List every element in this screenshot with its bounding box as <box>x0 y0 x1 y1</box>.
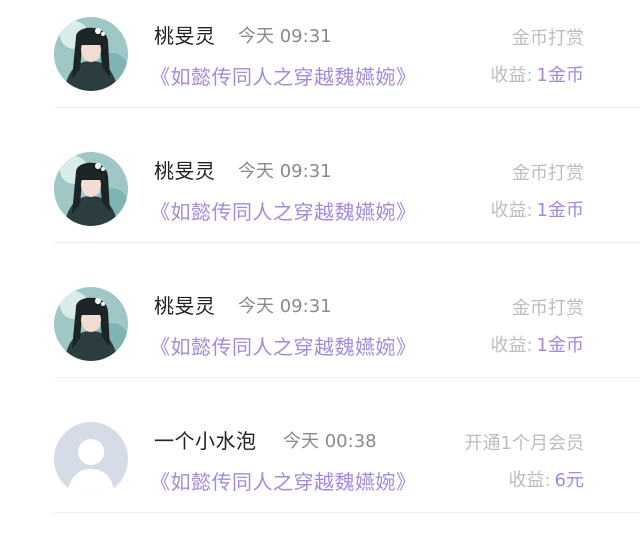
username: 桃旻灵 <box>154 24 216 48</box>
default-user-avatar[interactable] <box>54 422 128 496</box>
income-label: 收益: <box>508 470 551 491</box>
income-label: 收益: <box>490 335 533 356</box>
timestamp: 今天 09:31 <box>238 296 332 317</box>
income-type: 开通1个月会员 <box>464 433 584 454</box>
income-type: 金币打赏 <box>512 28 584 49</box>
character-portrait-avatar[interactable] <box>54 287 128 361</box>
income-record-row[interactable]: 一个小水泡 今天 00:38 《如懿传同人之穿越魏嬿婉》 开通1个月会员 收益:… <box>0 405 640 540</box>
character-portrait-avatar[interactable] <box>54 17 128 91</box>
row-divider <box>54 242 640 243</box>
income-type: 金币打赏 <box>512 163 584 184</box>
book-title-link[interactable]: 《如懿传同人之穿越魏嬿婉》 <box>150 331 417 360</box>
timestamp: 今天 09:31 <box>238 161 332 182</box>
income-value: 6元 <box>554 470 584 491</box>
income-value: 1金币 <box>536 65 584 86</box>
income-label: 收益: <box>490 65 533 86</box>
timestamp: 今天 09:31 <box>238 26 332 47</box>
income-value: 1金币 <box>536 200 584 221</box>
income-type: 金币打赏 <box>512 298 584 319</box>
income-amount: 收益: 1金币 <box>490 61 584 87</box>
income-amount: 收益: 6元 <box>508 466 584 492</box>
book-title-link[interactable]: 《如懿传同人之穿越魏嬿婉》 <box>150 466 417 495</box>
income-record-list: 桃旻灵 今天 09:31 《如懿传同人之穿越魏嬿婉》 金币打赏 收益: 1金币 桃… <box>0 0 640 536</box>
income-record-row[interactable]: 桃旻灵 今天 09:31 《如懿传同人之穿越魏嬿婉》 金币打赏 收益: 1金币 <box>0 135 640 270</box>
income-record-row[interactable]: 桃旻灵 今天 09:31 《如懿传同人之穿越魏嬿婉》 金币打赏 收益: 1金币 <box>0 0 640 135</box>
username: 一个小水泡 <box>154 429 257 453</box>
character-portrait-avatar[interactable] <box>54 152 128 226</box>
income-amount: 收益: 1金币 <box>490 331 584 357</box>
username: 桃旻灵 <box>154 294 216 318</box>
income-amount: 收益: 1金币 <box>490 196 584 222</box>
book-title-link[interactable]: 《如懿传同人之穿越魏嬿婉》 <box>150 61 417 90</box>
timestamp: 今天 00:38 <box>283 431 377 452</box>
username: 桃旻灵 <box>154 159 216 183</box>
row-divider <box>54 107 640 108</box>
income-label: 收益: <box>490 200 533 221</box>
row-divider <box>54 512 640 513</box>
book-title-link[interactable]: 《如懿传同人之穿越魏嬿婉》 <box>150 196 417 225</box>
income-record-row[interactable]: 桃旻灵 今天 09:31 《如懿传同人之穿越魏嬿婉》 金币打赏 收益: 1金币 <box>0 270 640 405</box>
income-value: 1金币 <box>536 335 584 356</box>
row-divider <box>54 377 640 378</box>
